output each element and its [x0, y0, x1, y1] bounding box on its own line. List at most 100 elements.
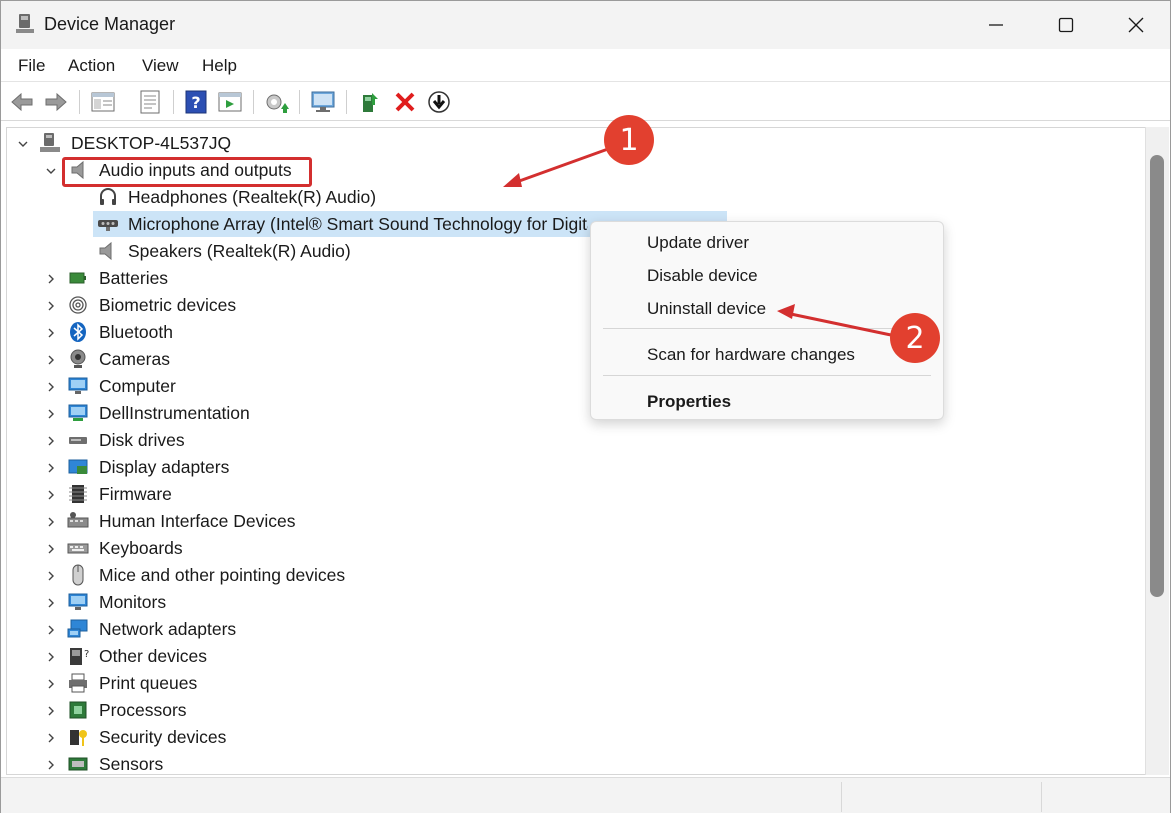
category-processors[interactable]: Processors: [99, 700, 187, 721]
window-title: Device Manager: [44, 14, 176, 34]
help-icon[interactable]: ?: [183, 89, 209, 115]
back-icon[interactable]: [9, 89, 35, 115]
category-other-devices[interactable]: Other devices: [99, 646, 207, 667]
category-network-adapters[interactable]: Network adapters: [99, 619, 236, 640]
disable-device-icon[interactable]: [426, 89, 452, 115]
status-divider: [1041, 782, 1042, 812]
chevron-right-icon[interactable]: [45, 543, 57, 555]
status-divider: [841, 782, 842, 812]
menu-file[interactable]: File: [18, 56, 45, 76]
camera-icon: [70, 349, 86, 368]
computer-icon: [68, 377, 88, 394]
device-headphones[interactable]: Headphones (Realtek(R) Audio): [128, 187, 376, 208]
chevron-right-icon[interactable]: [45, 732, 57, 744]
monitor-icon: [68, 593, 88, 610]
category-firmware[interactable]: Firmware: [99, 484, 172, 505]
update-driver-icon[interactable]: [263, 89, 289, 115]
menu-bar: File Action View Help: [1, 49, 1170, 82]
device-microphone-array[interactable]: Microphone Array (Intel® Smart Sound Tec…: [128, 214, 588, 235]
action-pane-icon[interactable]: [217, 89, 243, 115]
menu-action[interactable]: Action: [68, 56, 115, 76]
annotation-callout-2: 2: [890, 313, 940, 363]
chevron-right-icon[interactable]: [45, 408, 57, 420]
category-computer[interactable]: Computer: [99, 376, 176, 397]
context-menu-separator: [603, 328, 931, 329]
category-mice-and-other-pointing-devices[interactable]: Mice and other pointing devices: [99, 565, 345, 586]
minimize-button[interactable]: [961, 1, 1031, 49]
sensor-icon: [68, 757, 88, 771]
category-keyboards[interactable]: Keyboards: [99, 538, 183, 559]
mouse-icon: [72, 564, 84, 586]
category-biometric-devices[interactable]: Biometric devices: [99, 295, 236, 316]
category-cameras[interactable]: Cameras: [99, 349, 170, 370]
ctx-properties[interactable]: Properties: [647, 392, 731, 412]
category-bluetooth[interactable]: Bluetooth: [99, 322, 173, 343]
security-key-icon: [70, 730, 87, 746]
status-bar: [1, 777, 1170, 813]
chevron-right-icon[interactable]: [45, 354, 57, 366]
toolbar-separator: [79, 90, 80, 114]
chevron-right-icon[interactable]: [45, 327, 57, 339]
chevron-right-icon[interactable]: [45, 300, 57, 312]
title-bar: Device Manager: [1, 1, 1170, 49]
enable-device-icon[interactable]: [358, 89, 384, 115]
menu-help[interactable]: Help: [202, 56, 237, 76]
ctx-update-driver[interactable]: Update driver: [647, 233, 749, 253]
category-disk-drives[interactable]: Disk drives: [99, 430, 185, 451]
ctx-scan-hardware[interactable]: Scan for hardware changes: [647, 345, 855, 365]
chevron-right-icon[interactable]: [45, 435, 57, 447]
device-manager-app-icon: [16, 14, 34, 33]
category-batteries[interactable]: Batteries: [99, 268, 168, 289]
keyboard-icon: [67, 543, 89, 554]
microphone-array-icon: [98, 220, 118, 231]
keyboard-hid-icon: [67, 512, 89, 528]
processor-icon: [69, 701, 87, 719]
fingerprint-icon: [69, 296, 87, 314]
chevron-right-icon[interactable]: [45, 651, 57, 663]
category-sensors[interactable]: Sensors: [99, 754, 163, 775]
network-monitor-icon: [68, 404, 88, 421]
unknown-device-icon: ?: [70, 648, 89, 665]
chevron-right-icon[interactable]: [45, 462, 57, 474]
device-manager-window: Device Manager File Action View Help ? D…: [0, 0, 1171, 813]
annotation-highlight-box: [62, 157, 312, 187]
category-human-interface-devices[interactable]: Human Interface Devices: [99, 511, 295, 532]
properties-icon[interactable]: [137, 89, 163, 115]
chevron-right-icon[interactable]: [45, 759, 57, 771]
chevron-right-icon[interactable]: [45, 624, 57, 636]
console-tree-icon[interactable]: [90, 89, 116, 115]
chevron-down-icon[interactable]: [17, 138, 29, 150]
speaker-icon: [99, 241, 112, 261]
device-speakers[interactable]: Speakers (Realtek(R) Audio): [128, 241, 351, 262]
category-dellinstrumentation[interactable]: DellInstrumentation: [99, 403, 250, 424]
category-print-queues[interactable]: Print queues: [99, 673, 197, 694]
category-monitors[interactable]: Monitors: [99, 592, 166, 613]
category-security-devices[interactable]: Security devices: [99, 727, 226, 748]
maximize-button[interactable]: [1031, 1, 1101, 49]
chevron-right-icon[interactable]: [45, 381, 57, 393]
minimize-icon: [989, 24, 1003, 26]
close-button[interactable]: [1101, 1, 1171, 49]
chevron-down-icon[interactable]: [45, 165, 57, 177]
chevron-right-icon[interactable]: [45, 678, 57, 690]
category-display-adapters[interactable]: Display adapters: [99, 457, 229, 478]
ctx-uninstall-device[interactable]: Uninstall device: [647, 299, 766, 319]
scan-hardware-icon[interactable]: [310, 89, 336, 115]
toolbar-separator: [253, 90, 254, 114]
chevron-right-icon[interactable]: [45, 489, 57, 501]
scrollbar-thumb[interactable]: [1150, 155, 1164, 597]
forward-icon[interactable]: [43, 89, 69, 115]
headphones-icon: [100, 188, 116, 205]
chevron-right-icon[interactable]: [45, 570, 57, 582]
uninstall-icon[interactable]: [392, 89, 418, 115]
close-icon: [1128, 17, 1144, 33]
chevron-right-icon[interactable]: [45, 597, 57, 609]
tree-root-label[interactable]: DESKTOP-4L537JQ: [71, 133, 231, 154]
menu-view[interactable]: View: [142, 56, 179, 76]
chevron-right-icon[interactable]: [45, 273, 57, 285]
chevron-right-icon[interactable]: [45, 705, 57, 717]
ctx-disable-device[interactable]: Disable device: [647, 266, 758, 286]
chevron-right-icon[interactable]: [45, 516, 57, 528]
maximize-icon: [1058, 17, 1074, 33]
display-adapter-icon: [68, 459, 88, 474]
